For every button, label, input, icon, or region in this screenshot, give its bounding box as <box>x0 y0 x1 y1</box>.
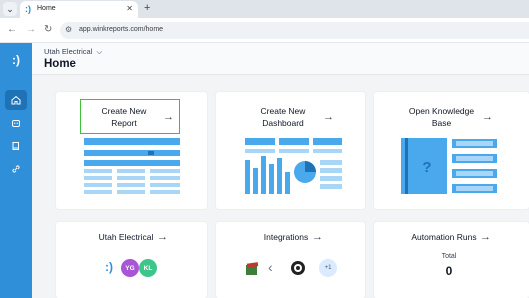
sidebar-item-automation[interactable] <box>5 113 27 133</box>
tab-list-chevron-icon[interactable]: ⌄ <box>3 2 17 16</box>
sidebar: :) <box>0 43 32 298</box>
create-dashboard-card[interactable]: Create New Dashboard → <box>216 92 365 209</box>
browser-tab-bar: ⌄ :) Home ✕ + <box>0 0 529 18</box>
robot-icon <box>12 120 20 127</box>
url-text: app.winkreports.com/home <box>79 26 164 33</box>
dashboard-illustration <box>245 138 342 194</box>
total-value: 0 <box>445 264 453 278</box>
home-icon <box>11 95 21 105</box>
back-icon[interactable]: ← <box>7 24 17 36</box>
sidebar-item-integrations[interactable] <box>5 159 27 179</box>
page-header: Utah Electrical ⌵ Home <box>32 43 529 75</box>
arrow-right-icon: → <box>157 231 168 243</box>
svg-text:?: ? <box>422 159 431 176</box>
wink-logo-icon: :) <box>105 260 113 274</box>
chevron-link-icon: ‹ <box>268 259 273 275</box>
automation-runs-title: Automation Runs <box>411 232 477 242</box>
knowledge-base-illustration: ? <box>401 138 497 194</box>
integrations-card[interactable]: Integrations → ‹ +1 <box>216 222 365 298</box>
close-tab-icon[interactable]: ✕ <box>126 4 133 13</box>
total-label: Total <box>441 253 457 260</box>
wink-favicon-icon: :) <box>25 4 31 14</box>
arrow-right-icon: → <box>482 111 493 123</box>
browser-tab[interactable]: :) Home ✕ <box>20 1 138 18</box>
open-kb-title: Open Knowledge Base <box>408 106 475 128</box>
create-report-card[interactable]: Create New Report → <box>56 92 207 209</box>
org-name: Utah Electrical <box>44 47 93 56</box>
arrow-right-icon: → <box>480 231 491 243</box>
create-report-title: Create New Report <box>101 106 147 128</box>
stack-app-icon <box>246 262 259 275</box>
integration-logo-icon <box>291 261 305 275</box>
arrow-right-icon: → <box>323 111 334 123</box>
link-icon <box>12 165 20 173</box>
avatar[interactable]: YG <box>121 259 139 277</box>
more-integrations-badge[interactable]: +1 <box>319 259 337 277</box>
integrations-title: Integrations <box>263 232 309 242</box>
org-switcher[interactable]: Utah Electrical ⌵ <box>44 47 102 57</box>
avatar[interactable]: KL <box>139 259 157 277</box>
create-dashboard-title: Create New Dashboard <box>260 106 306 128</box>
arrow-right-icon: → <box>163 111 174 123</box>
reload-icon[interactable]: ↻ <box>44 24 52 36</box>
utah-electrical-card[interactable]: Utah Electrical → :) YG KL <box>56 222 207 298</box>
sidebar-item-home[interactable] <box>5 90 27 110</box>
book-icon <box>12 142 19 150</box>
address-bar: ← → ↻ ⚙ app.winkreports.com/home <box>0 18 529 43</box>
new-tab-icon[interactable]: + <box>144 2 150 15</box>
org-card-title: Utah Electrical <box>98 232 154 242</box>
site-info-icon[interactable]: ⚙ <box>65 25 72 34</box>
chevron-down-icon: ⌵ <box>96 47 103 56</box>
url-field[interactable]: ⚙ app.winkreports.com/home <box>60 22 529 39</box>
arrow-right-icon: → <box>312 231 323 243</box>
tab-title: Home <box>37 5 56 12</box>
automation-runs-card[interactable]: Automation Runs → Total 0 <box>374 222 529 298</box>
wink-logo-icon[interactable]: :) <box>0 53 32 67</box>
page-title: Home <box>44 58 76 70</box>
forward-icon[interactable]: → <box>26 24 36 36</box>
sidebar-item-knowledge[interactable] <box>5 136 27 156</box>
report-illustration <box>84 138 180 194</box>
open-knowledge-base-card[interactable]: Open Knowledge Base → ? <box>374 92 529 209</box>
